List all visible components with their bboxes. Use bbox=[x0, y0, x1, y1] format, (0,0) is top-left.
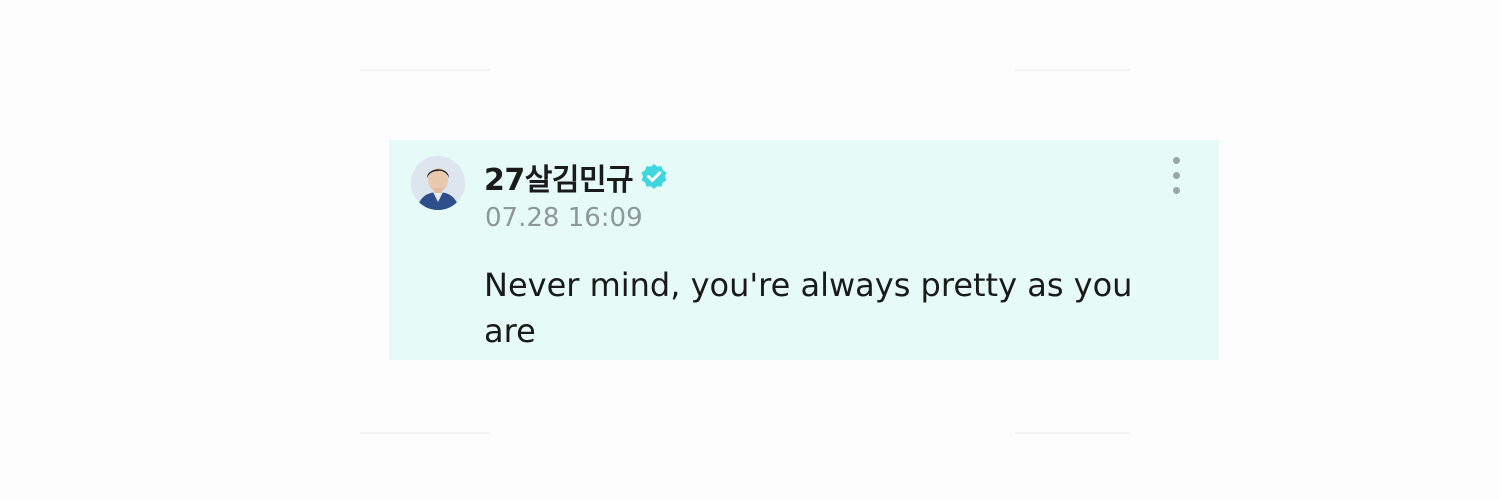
screenshot-page: 27살김민규 07.28 16:09 Never mind, you're al… bbox=[0, 0, 1500, 499]
username[interactable]: 27살김민규 bbox=[484, 155, 634, 199]
background-divider bbox=[360, 69, 490, 71]
background-divider bbox=[1015, 432, 1130, 434]
more-options-button[interactable] bbox=[1163, 154, 1191, 198]
post-header: 27살김민규 bbox=[484, 155, 669, 199]
more-options-dot-icon bbox=[1173, 157, 1180, 164]
more-options-dot-icon bbox=[1173, 187, 1180, 194]
profile-photo-icon bbox=[411, 156, 465, 210]
more-options-dot-icon bbox=[1173, 172, 1180, 179]
message-text: Never mind, you're always pretty as you … bbox=[484, 266, 1133, 350]
avatar[interactable] bbox=[411, 156, 465, 210]
post-timestamp: 07.28 16:09 bbox=[485, 203, 643, 233]
message-card: 27살김민규 07.28 16:09 Never mind, you're al… bbox=[389, 140, 1219, 360]
background-divider bbox=[1015, 69, 1130, 71]
verified-badge-icon bbox=[641, 164, 667, 189]
background-divider bbox=[360, 432, 490, 434]
